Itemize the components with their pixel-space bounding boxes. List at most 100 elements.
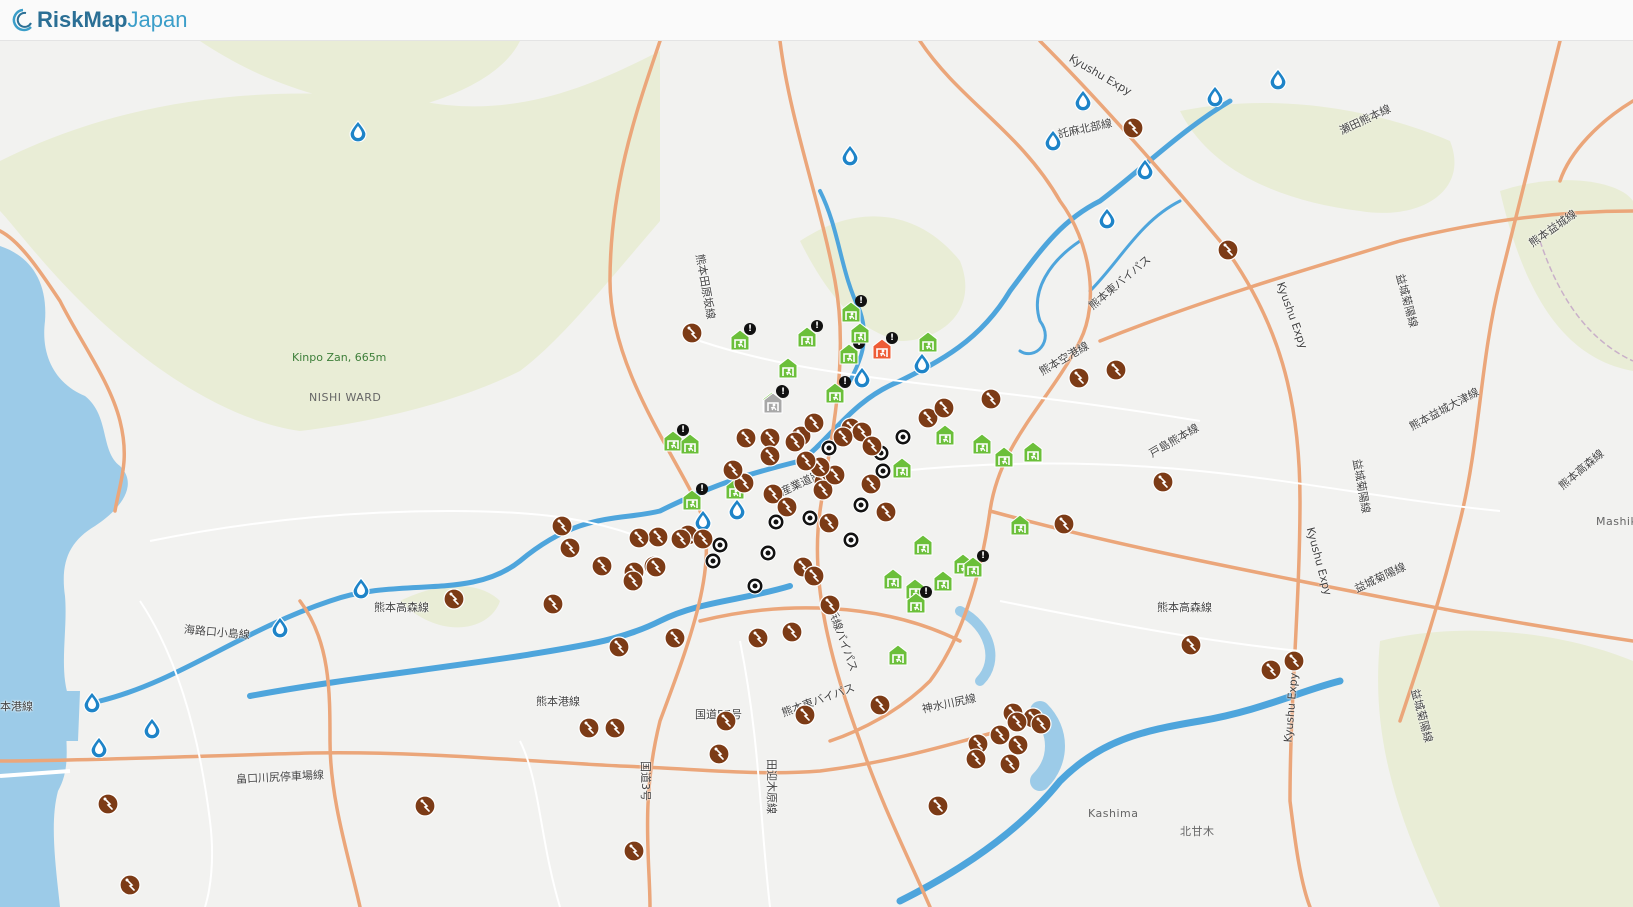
earthquake-marker-icon[interactable]	[1283, 650, 1305, 672]
water-marker-icon[interactable]	[1044, 129, 1062, 151]
shelter-marker-icon[interactable]: !	[682, 483, 708, 511]
water-marker-icon[interactable]	[352, 577, 370, 599]
earthquake-marker-icon[interactable]	[414, 795, 436, 817]
earthquake-marker-icon[interactable]	[803, 412, 825, 434]
water-marker-icon[interactable]	[841, 144, 859, 166]
earthquake-marker-icon[interactable]	[591, 555, 613, 577]
earthquake-marker-icon[interactable]	[795, 450, 817, 472]
shelter-marker-icon[interactable]	[850, 322, 870, 344]
earthquake-marker-icon[interactable]	[708, 743, 730, 765]
earthquake-marker-icon[interactable]	[645, 556, 667, 578]
earthquake-marker-icon[interactable]	[542, 593, 564, 615]
target-marker-icon[interactable]	[759, 544, 777, 562]
earthquake-marker-icon[interactable]	[860, 473, 882, 495]
earthquake-marker-icon[interactable]	[819, 594, 841, 616]
earthquake-marker-icon[interactable]	[965, 748, 987, 770]
shelter-marker-icon[interactable]	[888, 644, 908, 666]
earthquake-marker-icon[interactable]	[622, 570, 644, 592]
earthquake-marker-icon[interactable]	[1260, 659, 1282, 681]
earthquake-marker-icon[interactable]	[927, 795, 949, 817]
water-marker-icon[interactable]	[1136, 158, 1154, 180]
earthquake-marker-icon[interactable]	[735, 427, 757, 449]
shelter-marker-icon[interactable]: !	[841, 295, 867, 323]
earthquake-marker-icon[interactable]	[692, 528, 714, 550]
shelter-marker-icon[interactable]: !	[797, 320, 823, 348]
earthquake-marker-icon[interactable]	[1152, 471, 1174, 493]
shelter-marker-icon[interactable]: !	[825, 376, 851, 404]
map-canvas[interactable]: Kinpo Zan, 665m NISHI WARD Mashiki Kashi…	[0, 41, 1633, 907]
shelter-marker-icon[interactable]	[933, 570, 953, 592]
earthquake-marker-icon[interactable]	[933, 397, 955, 419]
water-marker-icon[interactable]	[349, 120, 367, 142]
earthquake-marker-icon[interactable]	[1180, 634, 1202, 656]
earthquake-marker-icon[interactable]	[623, 840, 645, 862]
earthquake-marker-icon[interactable]	[1068, 367, 1090, 389]
target-marker-icon[interactable]	[801, 509, 819, 527]
water-marker-icon[interactable]	[271, 616, 289, 638]
earthquake-marker-icon[interactable]	[443, 588, 465, 610]
earthquake-marker-icon[interactable]	[747, 627, 769, 649]
earthquake-marker-icon[interactable]	[647, 526, 669, 548]
earthquake-marker-icon[interactable]	[559, 537, 581, 559]
shelter-marker-icon[interactable]: !	[963, 550, 989, 578]
water-marker-icon[interactable]	[853, 366, 871, 388]
shelter-marker-icon[interactable]: !	[839, 337, 865, 365]
earthquake-marker-icon[interactable]	[119, 874, 141, 896]
target-marker-icon[interactable]	[704, 552, 722, 570]
earthquake-marker-icon[interactable]	[578, 717, 600, 739]
earthquake-marker-icon[interactable]	[875, 501, 897, 523]
shelter-marker-icon[interactable]	[778, 357, 798, 379]
water-marker-icon[interactable]	[1206, 85, 1224, 107]
earthquake-marker-icon[interactable]	[861, 435, 883, 457]
target-marker-icon[interactable]	[894, 428, 912, 446]
shelter-marker-icon[interactable]	[883, 568, 903, 590]
earthquake-marker-icon[interactable]	[97, 793, 119, 815]
shelter-marker-icon[interactable]	[994, 446, 1014, 468]
shelter-marker-icon[interactable]	[892, 457, 912, 479]
water-marker-icon[interactable]	[83, 691, 101, 713]
app-logo[interactable]: RiskMap Japan	[7, 7, 187, 33]
earthquake-marker-icon[interactable]	[551, 515, 573, 537]
shelter-inactive-marker-icon[interactable]: !	[763, 386, 789, 414]
shelter-marker-icon[interactable]: !	[730, 323, 756, 351]
water-marker-icon[interactable]	[1074, 89, 1092, 111]
shelter-marker-icon[interactable]	[918, 331, 938, 353]
water-marker-icon[interactable]	[1098, 207, 1116, 229]
shelter-marker-icon[interactable]: !	[906, 586, 932, 614]
earthquake-marker-icon[interactable]	[681, 322, 703, 344]
earthquake-marker-icon[interactable]	[670, 528, 692, 550]
earthquake-marker-icon[interactable]	[715, 710, 737, 732]
earthquake-marker-icon[interactable]	[722, 459, 744, 481]
earthquake-marker-icon[interactable]	[781, 621, 803, 643]
shelter-marker-icon[interactable]	[972, 433, 992, 455]
water-marker-icon[interactable]	[1269, 68, 1287, 90]
water-marker-icon[interactable]	[90, 736, 108, 758]
earthquake-marker-icon[interactable]	[608, 636, 630, 658]
earthquake-marker-icon[interactable]	[1105, 359, 1127, 381]
earthquake-marker-icon[interactable]	[999, 753, 1021, 775]
earthquake-marker-icon[interactable]	[604, 717, 626, 739]
earthquake-marker-icon[interactable]	[803, 565, 825, 587]
earthquake-marker-icon[interactable]	[1122, 117, 1144, 139]
shelter-marker-icon[interactable]	[913, 534, 933, 556]
target-marker-icon[interactable]	[842, 531, 860, 549]
shelter-marker-icon[interactable]	[1023, 441, 1043, 463]
earthquake-marker-icon[interactable]	[1030, 713, 1052, 735]
earthquake-marker-icon[interactable]	[832, 426, 854, 448]
earthquake-marker-icon[interactable]	[869, 694, 891, 716]
earthquake-marker-icon[interactable]	[794, 704, 816, 726]
earthquake-marker-icon[interactable]	[980, 388, 1002, 410]
earthquake-marker-icon[interactable]	[664, 627, 686, 649]
target-marker-icon[interactable]	[746, 577, 764, 595]
target-marker-icon[interactable]	[852, 496, 870, 514]
earthquake-marker-icon[interactable]	[776, 496, 798, 518]
water-marker-icon[interactable]	[143, 717, 161, 739]
shelter-alert-marker-icon[interactable]: !	[872, 332, 898, 360]
water-marker-icon[interactable]	[728, 498, 746, 520]
shelter-marker-icon[interactable]	[1010, 514, 1030, 536]
shelter-marker-icon[interactable]	[680, 433, 700, 455]
earthquake-marker-icon[interactable]	[1053, 513, 1075, 535]
earthquake-marker-icon[interactable]	[759, 445, 781, 467]
water-marker-icon[interactable]	[913, 352, 931, 374]
earthquake-marker-icon[interactable]	[628, 527, 650, 549]
